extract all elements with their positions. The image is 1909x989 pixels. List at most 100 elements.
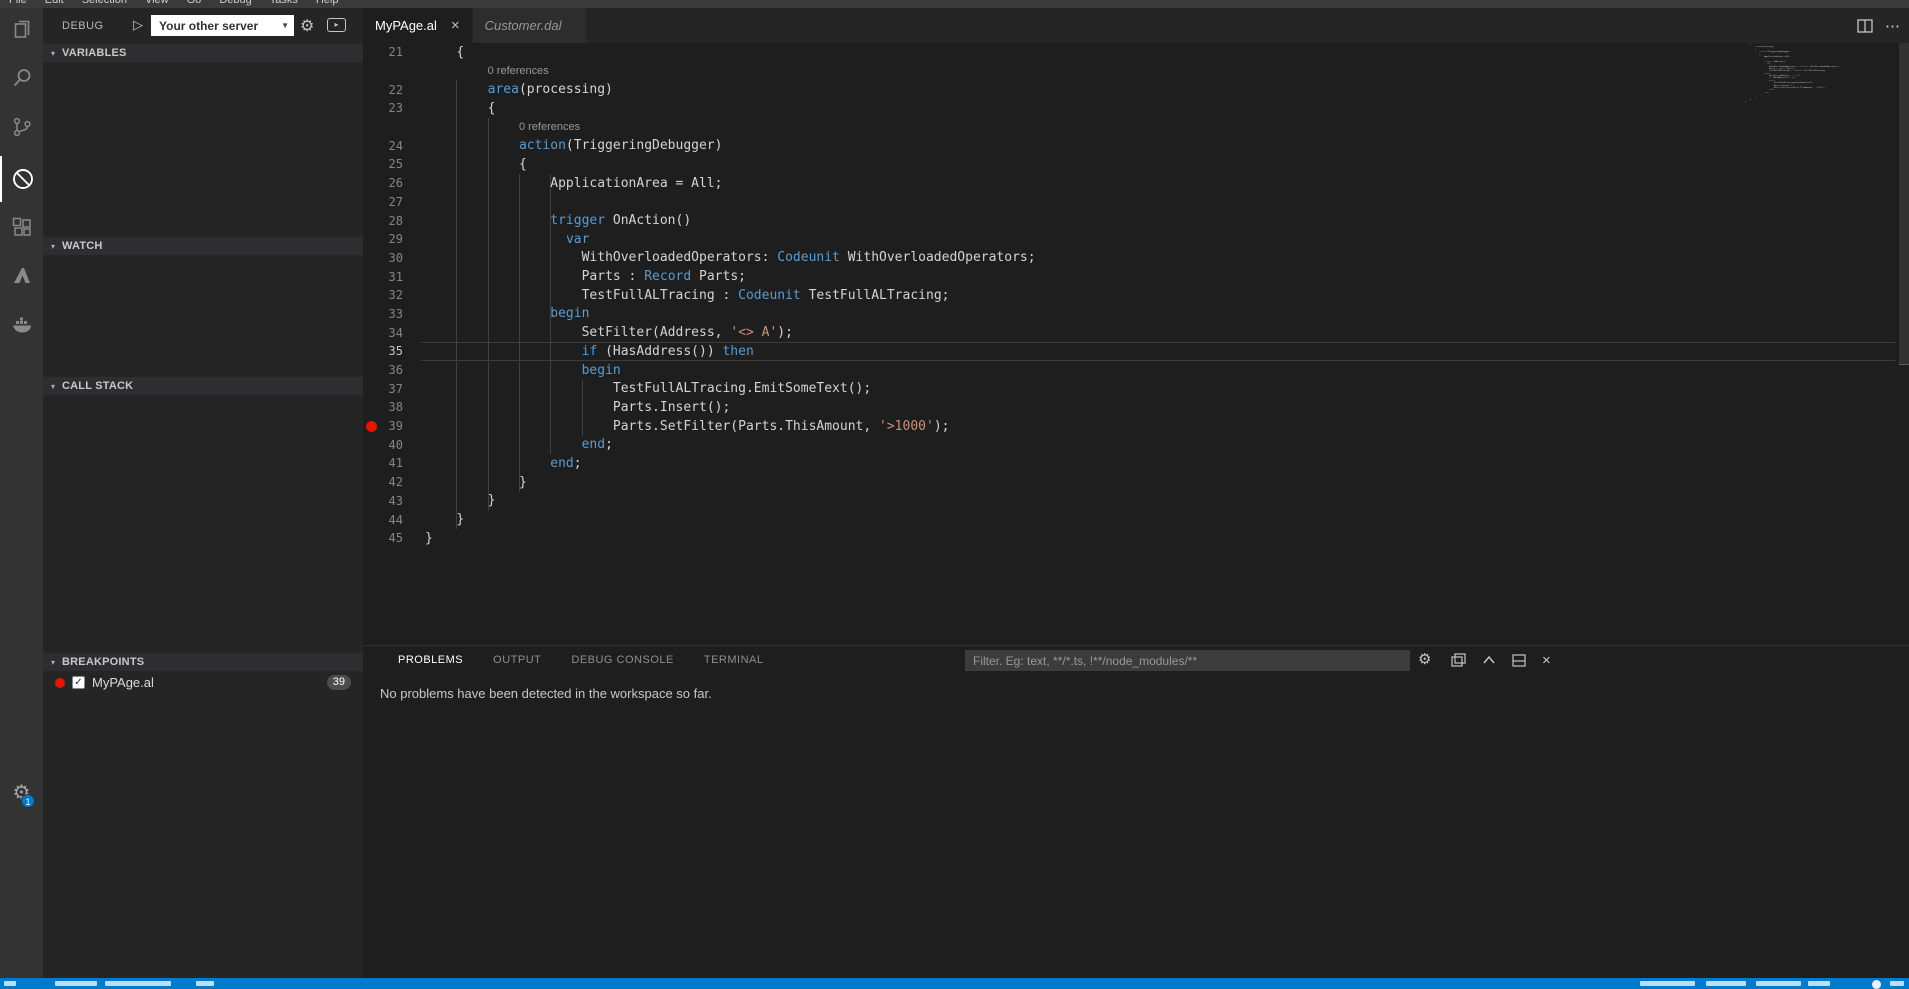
line-number[interactable]: 36 bbox=[363, 363, 403, 377]
code-line-26[interactable]: 26ApplicationArea = All; bbox=[363, 174, 1909, 193]
code-line-23[interactable]: 23{ bbox=[363, 99, 1909, 118]
minimap[interactable]: {area(processing){action(TriggeringDebug… bbox=[1745, 44, 1865, 104]
problems-filter-input[interactable] bbox=[965, 650, 1410, 671]
section-header-variables[interactable]: ▾ VARIABLES bbox=[43, 44, 363, 62]
line-number[interactable]: 37 bbox=[363, 382, 403, 396]
code-line-32[interactable]: 32TestFullALTracing : Codeunit TestFullA… bbox=[363, 286, 1909, 305]
code-line-44[interactable]: 44} bbox=[363, 510, 1909, 529]
section-header-call-stack[interactable]: ▾ CALL STACK bbox=[43, 377, 363, 395]
code-line-42[interactable]: 42} bbox=[363, 473, 1909, 492]
code-line-27[interactable]: 27 bbox=[363, 193, 1909, 212]
line-number[interactable]: 42 bbox=[363, 475, 403, 489]
menu-debug[interactable]: Debug bbox=[210, 0, 260, 7]
editor-scrollbar[interactable] bbox=[1899, 43, 1909, 365]
line-number[interactable]: 27 bbox=[363, 195, 403, 209]
line-number[interactable]: 21 bbox=[363, 45, 403, 59]
line-number[interactable]: 43 bbox=[363, 494, 403, 508]
codelens-row[interactable]: 0 references bbox=[363, 62, 1909, 81]
activity-bar-item-debug[interactable] bbox=[0, 156, 43, 202]
status-item[interactable] bbox=[1706, 981, 1746, 986]
code-line-22[interactable]: 22area(processing) bbox=[363, 80, 1909, 99]
code-line-36[interactable]: 36begin bbox=[363, 361, 1909, 380]
code-line-45[interactable]: 45} bbox=[363, 529, 1909, 548]
panel-layout-icon[interactable] bbox=[1512, 654, 1526, 667]
line-number[interactable]: 28 bbox=[363, 214, 403, 228]
menu-tasks[interactable]: Tasks bbox=[261, 0, 307, 7]
status-item[interactable] bbox=[4, 981, 16, 986]
line-number[interactable]: 23 bbox=[363, 101, 403, 115]
menu-go[interactable]: Go bbox=[178, 0, 211, 7]
line-number[interactable]: 38 bbox=[363, 400, 403, 414]
code-line-41[interactable]: 41end; bbox=[363, 454, 1909, 473]
codelens-label[interactable]: 0 references bbox=[425, 121, 580, 133]
panel-tab-problems[interactable]: PROBLEMS bbox=[398, 654, 463, 666]
launch-config-dropdown[interactable]: Your other server ▼ bbox=[151, 15, 294, 36]
codelens-label[interactable]: 0 references bbox=[425, 65, 549, 77]
debug-console-icon[interactable]: ▸ bbox=[327, 18, 346, 32]
line-number[interactable]: 26 bbox=[363, 176, 403, 190]
code-line-30[interactable]: 30WithOverloadedOperators: Codeunit With… bbox=[363, 249, 1909, 268]
split-editor-icon[interactable] bbox=[1857, 19, 1873, 33]
panel-tab-terminal[interactable]: TERMINAL bbox=[704, 654, 764, 666]
line-number[interactable]: 45 bbox=[363, 531, 403, 545]
line-number[interactable]: 24 bbox=[363, 139, 403, 153]
line-number[interactable]: 25 bbox=[363, 157, 403, 171]
section-header-breakpoints[interactable]: ▾ BREAKPOINTS bbox=[43, 653, 363, 671]
menu-help[interactable]: Help bbox=[307, 0, 348, 7]
code-line-34[interactable]: 34SetFilter(Address, '<> A'); bbox=[363, 323, 1909, 342]
panel-tab-debug-console[interactable]: DEBUG CONSOLE bbox=[571, 654, 673, 666]
status-item[interactable] bbox=[1808, 981, 1830, 986]
tab-mypage-al[interactable]: MyPAge.al × bbox=[363, 8, 473, 43]
codelens-row[interactable]: 0 references bbox=[363, 118, 1909, 137]
code-line-21[interactable]: 21{ bbox=[363, 43, 1909, 62]
code-line-33[interactable]: 33begin bbox=[363, 305, 1909, 324]
restore-panel-icon[interactable] bbox=[1451, 653, 1466, 667]
code-line-25[interactable]: 25{ bbox=[363, 155, 1909, 174]
status-item[interactable] bbox=[1640, 981, 1695, 986]
line-number[interactable]: 30 bbox=[363, 251, 403, 265]
code-line-31[interactable]: 31Parts : Record Parts; bbox=[363, 267, 1909, 286]
section-header-watch[interactable]: ▾ WATCH bbox=[43, 237, 363, 255]
menu-selection[interactable]: Selection bbox=[73, 0, 136, 7]
code-line-29[interactable]: 29var bbox=[363, 230, 1909, 249]
code-line-24[interactable]: 24action(TriggeringDebugger) bbox=[363, 136, 1909, 155]
activity-bar-item-explorer[interactable] bbox=[0, 6, 43, 52]
line-number[interactable]: 35 bbox=[363, 344, 403, 358]
configure-gear-icon[interactable]: ⚙ bbox=[300, 16, 314, 36]
line-number[interactable]: 22 bbox=[363, 83, 403, 97]
breakpoint-checkbox[interactable]: ✓ bbox=[72, 676, 85, 689]
activity-bar-item-extensions[interactable] bbox=[0, 204, 43, 250]
close-icon[interactable]: × bbox=[451, 18, 460, 33]
more-actions-icon[interactable]: ⋯ bbox=[1885, 17, 1901, 35]
activity-bar-item-source-control[interactable] bbox=[0, 104, 43, 150]
breakpoint-list-item[interactable]: ✓ MyPAge.al 39 bbox=[43, 673, 363, 692]
code-line-28[interactable]: 28trigger OnAction() bbox=[363, 211, 1909, 230]
line-number[interactable]: 32 bbox=[363, 288, 403, 302]
activity-bar-item-azure[interactable] bbox=[0, 253, 43, 299]
close-panel-icon[interactable]: × bbox=[1542, 652, 1551, 669]
line-number[interactable]: 41 bbox=[363, 456, 403, 470]
filter-gear-icon[interactable]: ⚙ bbox=[1418, 650, 1431, 668]
breakpoint-dot[interactable] bbox=[366, 421, 377, 432]
tab-customer-dal[interactable]: Customer.dal bbox=[473, 8, 587, 43]
status-item[interactable] bbox=[1756, 981, 1801, 986]
line-number[interactable]: 40 bbox=[363, 438, 403, 452]
activity-bar-item-search[interactable] bbox=[0, 55, 43, 101]
line-number[interactable]: 31 bbox=[363, 270, 403, 284]
line-number[interactable]: 33 bbox=[363, 307, 403, 321]
line-number[interactable]: 34 bbox=[363, 326, 403, 340]
code-line-40[interactable]: 40end; bbox=[363, 435, 1909, 454]
status-item[interactable] bbox=[105, 981, 171, 986]
code-line-39[interactable]: 39Parts.SetFilter(Parts.ThisAmount, '>10… bbox=[363, 417, 1909, 436]
panel-tab-output[interactable]: OUTPUT bbox=[493, 654, 541, 666]
code-line-35[interactable]: 35if (HasAddress()) then bbox=[363, 342, 1909, 361]
code-line-38[interactable]: 38Parts.Insert(); bbox=[363, 398, 1909, 417]
code-editor[interactable]: 21{ 0 references 22area(processing)23{ 0 re… bbox=[363, 43, 1909, 645]
line-number[interactable]: 44 bbox=[363, 513, 403, 527]
status-item[interactable] bbox=[1872, 980, 1881, 989]
line-number[interactable]: 29 bbox=[363, 232, 403, 246]
maximize-panel-icon[interactable] bbox=[1482, 654, 1496, 666]
status-item[interactable] bbox=[55, 981, 97, 986]
activity-bar-item-docker[interactable] bbox=[0, 302, 43, 348]
status-item[interactable] bbox=[196, 981, 214, 986]
